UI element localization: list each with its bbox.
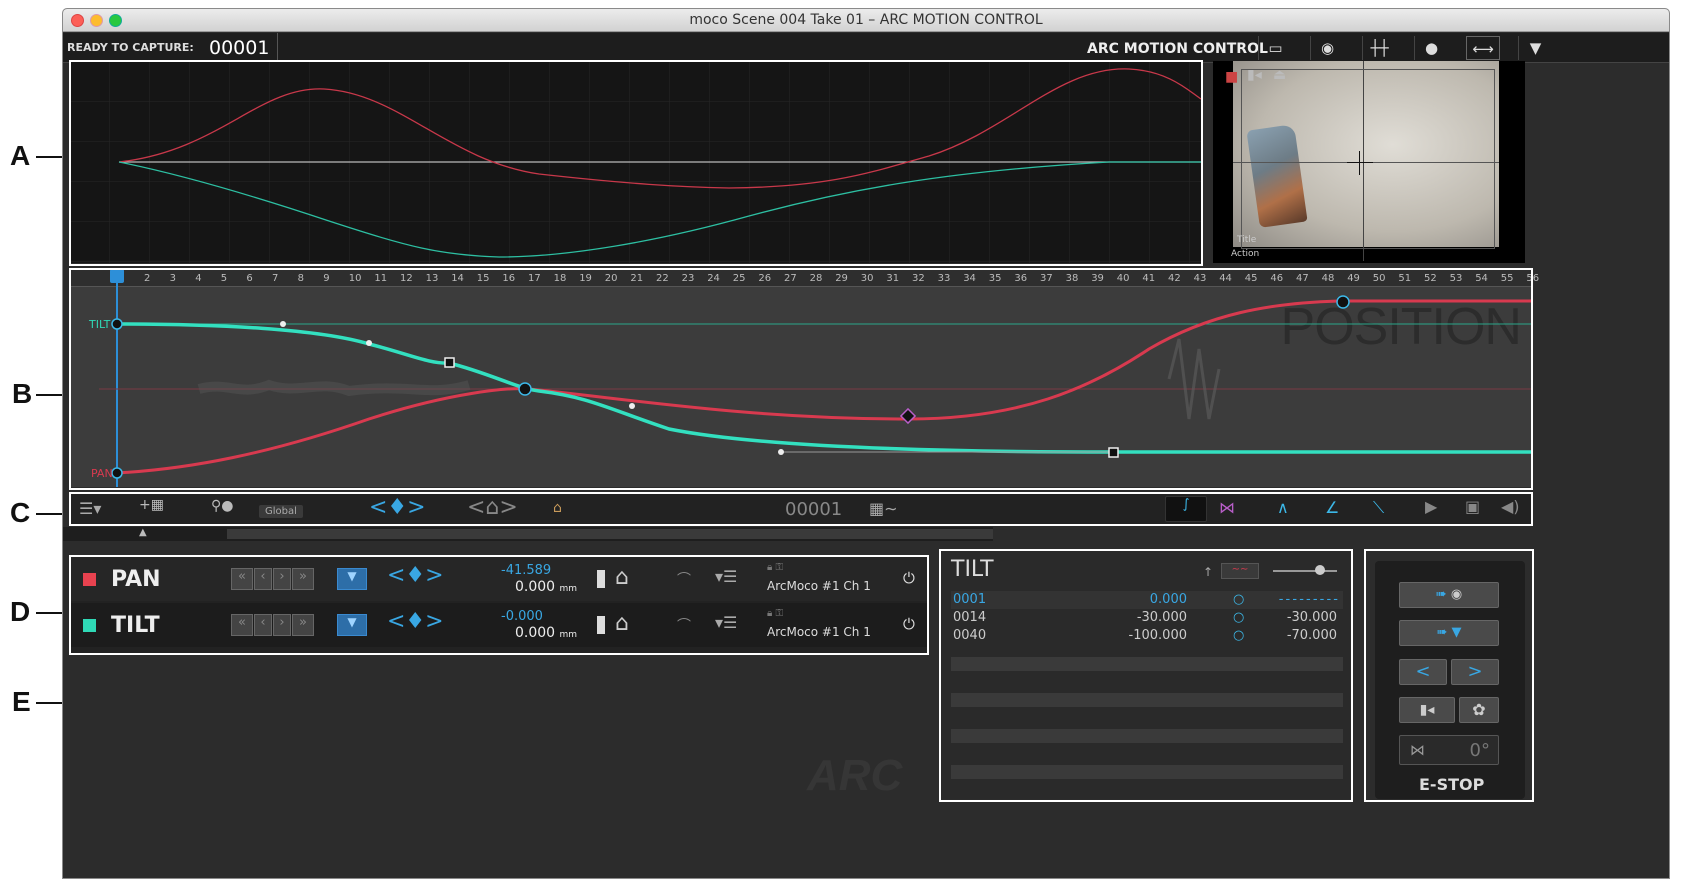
minimize-button[interactable]	[90, 14, 103, 27]
callout-e: E	[12, 686, 31, 717]
timeline-scrollbar[interactable]: ▲	[63, 527, 993, 541]
callout-c: C	[10, 497, 31, 528]
arc-logo: ARC	[807, 751, 903, 800]
waveform-icon[interactable]: ┼┼	[1362, 36, 1396, 60]
box-a	[69, 60, 1203, 266]
top-toolbar: READY TO CAPTURE: 00001 ARC MOTION CONTR…	[63, 33, 1669, 63]
callout-d: D	[10, 596, 31, 627]
robot-icon[interactable]: ●	[1414, 36, 1448, 60]
callout-b: B	[12, 378, 33, 409]
monitor-icon[interactable]: ▭	[1258, 36, 1292, 60]
eject-icon[interactable]: ⏏	[1273, 67, 1286, 83]
callout-a: A	[10, 140, 31, 171]
zoom-button[interactable]	[109, 14, 122, 27]
record-icon[interactable]: ■	[1225, 69, 1238, 85]
close-button[interactable]	[71, 14, 84, 27]
camera-preview[interactable]: ■ ▮◂ ⏏ Title Action	[1213, 61, 1525, 263]
frame-counter: 00001	[209, 37, 270, 59]
fit-icon[interactable]: ⟷	[1466, 36, 1500, 60]
ready-label: READY TO CAPTURE:	[67, 41, 194, 54]
title-safe-label: Title	[1237, 235, 1257, 245]
box-h	[1364, 549, 1534, 802]
title-bar: moco Scene 004 Take 01 – ARC MOTION CONT…	[63, 9, 1669, 32]
video-icon[interactable]: ▮◂	[1247, 67, 1262, 83]
box-e	[939, 549, 1353, 802]
window-title: moco Scene 004 Take 01 – ARC MOTION CONT…	[689, 12, 1043, 28]
camera-icon[interactable]: ◉	[1310, 36, 1344, 60]
brand-label: ARC MOTION CONTROL	[1087, 41, 1268, 57]
box-c	[69, 492, 1533, 526]
dropdown-icon[interactable]: ▼	[1518, 36, 1552, 60]
app-window: moco Scene 004 Take 01 – ARC MOTION CONT…	[62, 8, 1670, 879]
box-g	[69, 268, 1533, 490]
box-d	[69, 555, 929, 655]
action-safe-label: Action	[1231, 249, 1260, 259]
